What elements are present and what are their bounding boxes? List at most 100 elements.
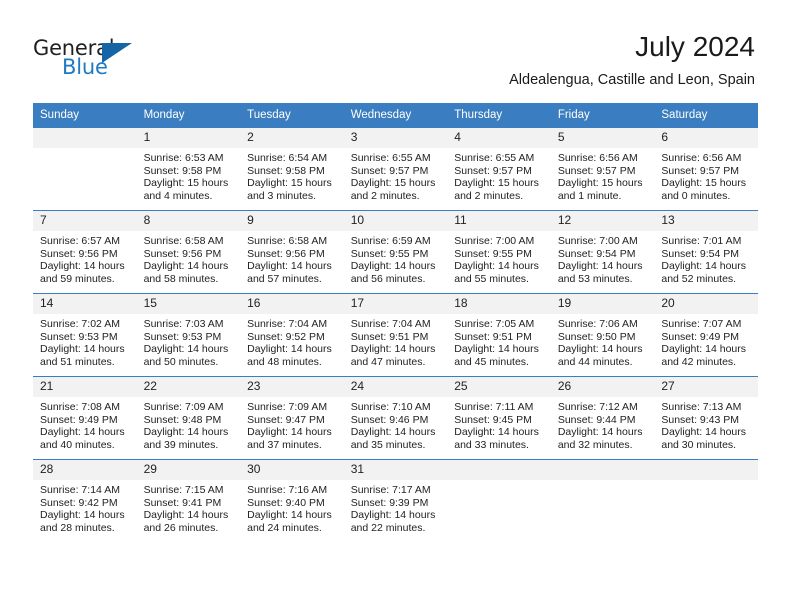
calendar-day-cell[interactable]: 7 Sunrise: 6:57 AM Sunset: 9:56 PM Daylight… [33, 210, 137, 294]
calendar-cell-inner: 26 Sunrise: 7:12 AM Sunset: 9:44 PM Dayligh… [550, 377, 655, 459]
day-details: Sunrise: 7:03 AM Sunset: 9:53 PM Daylight:… [137, 314, 241, 368]
calendar-cell-inner: 22 Sunrise: 7:09 AM Sunset: 9:48 PM Dayligh… [136, 377, 241, 459]
calendar-day-cell[interactable]: 30 Sunrise: 7:16 AM Sunset: 9:40 PM Dayligh… [240, 459, 344, 542]
calendar-day-cell[interactable]: 21 Sunrise: 7:08 AM Sunset: 9:49 PM Dayligh… [33, 376, 137, 460]
sunset-time: Sunset: 9:53 PM [143, 330, 222, 343]
calendar-day-cell[interactable]: 4 Sunrise: 6:55 AM Sunset: 9:57 PM Daylight… [447, 127, 551, 211]
calendar-day-cell[interactable]: 31 Sunrise: 7:17 AM Sunset: 9:39 PM Dayligh… [343, 459, 448, 542]
weekday-header-tuesday: Tuesday [240, 103, 344, 128]
day-details: Sunrise: 7:00 AM Sunset: 9:55 PM Daylight:… [447, 231, 551, 285]
calendar-cell-inner: 10 Sunrise: 6:59 AM Sunset: 9:55 PM Dayligh… [343, 211, 448, 293]
calendar-day-cell[interactable]: 8 Sunrise: 6:58 AM Sunset: 9:56 PM Daylight… [136, 210, 241, 294]
daylight-duration-line2: and 30 minutes. [661, 438, 737, 451]
calendar-day-cell[interactable]: 15 Sunrise: 7:03 AM Sunset: 9:53 PM Dayligh… [136, 293, 241, 377]
daylight-duration-line1: Daylight: 14 hours [454, 260, 539, 273]
day-number [33, 128, 137, 148]
sunrise-time: Sunrise: 7:04 AM [247, 318, 328, 330]
calendar-day-cell[interactable]: 6 Sunrise: 6:56 AM Sunset: 9:57 PM Daylight… [654, 127, 758, 211]
daylight-duration-line2: and 52 minutes. [661, 272, 737, 285]
daylight-duration-line1: Daylight: 14 hours [454, 343, 539, 356]
daylight-duration-line2: and 45 minutes. [454, 355, 529, 368]
calendar-day-cell[interactable]: 19 Sunrise: 7:06 AM Sunset: 9:50 PM Dayligh… [550, 293, 655, 377]
calendar-day-cell[interactable]: 27 Sunrise: 7:13 AM Sunset: 9:43 PM Dayligh… [654, 376, 758, 460]
daylight-duration-line2: and 2 minutes. [350, 189, 420, 202]
daylight-duration-line1: Daylight: 15 hours [350, 177, 436, 190]
daylight-duration-line2: and 26 minutes. [143, 521, 219, 534]
sunrise-time: Sunrise: 6:58 AM [143, 235, 224, 247]
sunrise-time: Sunrise: 7:00 AM [557, 235, 638, 247]
sunset-time: Sunset: 9:40 PM [247, 496, 325, 509]
calendar-week-row: 14 Sunrise: 7:02 AM Sunset: 9:53 PM Dayligh… [33, 293, 758, 377]
weekday-header-thursday: Thursday [447, 103, 551, 128]
sunrise-time: Sunrise: 6:55 AM [350, 152, 431, 164]
day-details: Sunrise: 7:15 AM Sunset: 9:41 PM Daylight:… [137, 480, 241, 534]
calendar-day-cell[interactable]: 11 Sunrise: 7:00 AM Sunset: 9:55 PM Dayligh… [447, 210, 551, 294]
calendar-day-cell[interactable]: 16 Sunrise: 7:04 AM Sunset: 9:52 PM Dayligh… [240, 293, 344, 377]
weekday-header-wednesday: Wednesday [343, 103, 448, 128]
daylight-duration-line1: Daylight: 14 hours [143, 260, 229, 273]
day-details [654, 480, 758, 484]
day-number: 26 [550, 377, 655, 397]
calendar-cell-inner: 23 Sunrise: 7:09 AM Sunset: 9:47 PM Dayligh… [240, 377, 344, 459]
weekday-header-sunday: Sunday [33, 103, 137, 128]
day-details [33, 148, 137, 152]
calendar-cell-inner: 5 Sunrise: 6:56 AM Sunset: 9:57 PM Daylight… [550, 128, 655, 210]
sunset-time: Sunset: 9:49 PM [661, 330, 740, 343]
calendar-day-cell[interactable]: 1 Sunrise: 6:53 AM Sunset: 9:58 PM Daylight… [136, 127, 241, 211]
sunset-time: Sunset: 9:58 PM [247, 164, 325, 177]
sunrise-time: Sunrise: 6:56 AM [557, 152, 638, 164]
daylight-duration-line1: Daylight: 14 hours [350, 426, 436, 439]
calendar-day-cell[interactable]: 29 Sunrise: 7:15 AM Sunset: 9:41 PM Dayligh… [136, 459, 241, 542]
day-details: Sunrise: 7:02 AM Sunset: 9:53 PM Daylight:… [33, 314, 137, 368]
calendar-day-cell[interactable]: 12 Sunrise: 7:00 AM Sunset: 9:54 PM Dayligh… [550, 210, 655, 294]
day-details: Sunrise: 7:06 AM Sunset: 9:50 PM Daylight:… [551, 314, 655, 368]
day-number [654, 460, 758, 480]
sunrise-time: Sunrise: 7:02 AM [40, 318, 120, 330]
calendar-cell-empty [447, 459, 551, 542]
calendar-cell-inner [550, 460, 655, 542]
daylight-duration-line1: Daylight: 14 hours [143, 343, 229, 356]
calendar-day-cell[interactable]: 17 Sunrise: 7:04 AM Sunset: 9:51 PM Dayligh… [343, 293, 448, 377]
day-number: 7 [33, 211, 137, 231]
calendar-cell-inner: 13 Sunrise: 7:01 AM Sunset: 9:54 PM Dayligh… [654, 211, 758, 293]
day-details: Sunrise: 6:56 AM Sunset: 9:57 PM Daylight:… [551, 148, 655, 202]
sunrise-time: Sunrise: 7:01 AM [661, 235, 742, 247]
calendar-day-cell[interactable]: 22 Sunrise: 7:09 AM Sunset: 9:48 PM Dayligh… [136, 376, 241, 460]
calendar-day-cell[interactable]: 10 Sunrise: 6:59 AM Sunset: 9:55 PM Dayligh… [343, 210, 448, 294]
daylight-duration-line2: and 42 minutes. [661, 355, 737, 368]
daylight-duration-line1: Daylight: 14 hours [40, 343, 125, 356]
daylight-duration-line2: and 40 minutes. [40, 438, 115, 451]
day-details: Sunrise: 7:10 AM Sunset: 9:46 PM Daylight:… [344, 397, 448, 451]
calendar-day-cell[interactable]: 13 Sunrise: 7:01 AM Sunset: 9:54 PM Dayligh… [654, 210, 758, 294]
day-number: 5 [550, 128, 655, 148]
calendar-cell-inner: 19 Sunrise: 7:06 AM Sunset: 9:50 PM Dayligh… [550, 294, 655, 376]
sunrise-time: Sunrise: 7:04 AM [350, 318, 431, 330]
calendar-day-cell[interactable]: 9 Sunrise: 6:58 AM Sunset: 9:56 PM Daylight… [240, 210, 344, 294]
calendar-day-cell[interactable]: 26 Sunrise: 7:12 AM Sunset: 9:44 PM Dayligh… [550, 376, 655, 460]
calendar-day-cell[interactable]: 14 Sunrise: 7:02 AM Sunset: 9:53 PM Dayligh… [33, 293, 137, 377]
daylight-duration-line2: and 0 minutes. [661, 189, 731, 202]
calendar-day-cell[interactable]: 3 Sunrise: 6:55 AM Sunset: 9:57 PM Daylight… [343, 127, 448, 211]
daylight-duration-line2: and 32 minutes. [557, 438, 633, 451]
calendar-cell-empty [33, 127, 137, 211]
calendar-day-cell[interactable]: 5 Sunrise: 6:56 AM Sunset: 9:57 PM Daylight… [550, 127, 655, 211]
day-details: Sunrise: 6:59 AM Sunset: 9:55 PM Daylight:… [344, 231, 448, 285]
sunrise-time: Sunrise: 6:56 AM [661, 152, 742, 164]
general-blue-logo[interactable]: General Blue [33, 36, 153, 82]
calendar-table: Sunday Monday Tuesday Wednesday Thursday… [33, 103, 758, 542]
calendar-day-cell[interactable]: 25 Sunrise: 7:11 AM Sunset: 9:45 PM Dayligh… [447, 376, 551, 460]
calendar-day-cell[interactable]: 28 Sunrise: 7:14 AM Sunset: 9:42 PM Dayligh… [33, 459, 137, 542]
calendar-cell-inner [33, 128, 137, 210]
day-details: Sunrise: 7:08 AM Sunset: 9:49 PM Daylight:… [33, 397, 137, 451]
day-details: Sunrise: 6:55 AM Sunset: 9:57 PM Daylight:… [447, 148, 551, 202]
day-number: 24 [343, 377, 448, 397]
daylight-duration-line2: and 58 minutes. [143, 272, 219, 285]
calendar-day-cell[interactable]: 23 Sunrise: 7:09 AM Sunset: 9:47 PM Dayligh… [240, 376, 344, 460]
sunset-time: Sunset: 9:41 PM [143, 496, 222, 509]
calendar-cell-inner: 12 Sunrise: 7:00 AM Sunset: 9:54 PM Dayligh… [550, 211, 655, 293]
calendar-day-cell[interactable]: 2 Sunrise: 6:54 AM Sunset: 9:58 PM Daylight… [240, 127, 344, 211]
sunrise-time: Sunrise: 7:13 AM [661, 401, 742, 413]
calendar-day-cell[interactable]: 18 Sunrise: 7:05 AM Sunset: 9:51 PM Dayligh… [447, 293, 551, 377]
calendar-day-cell[interactable]: 24 Sunrise: 7:10 AM Sunset: 9:46 PM Dayligh… [343, 376, 448, 460]
calendar-day-cell[interactable]: 20 Sunrise: 7:07 AM Sunset: 9:49 PM Dayligh… [654, 293, 758, 377]
